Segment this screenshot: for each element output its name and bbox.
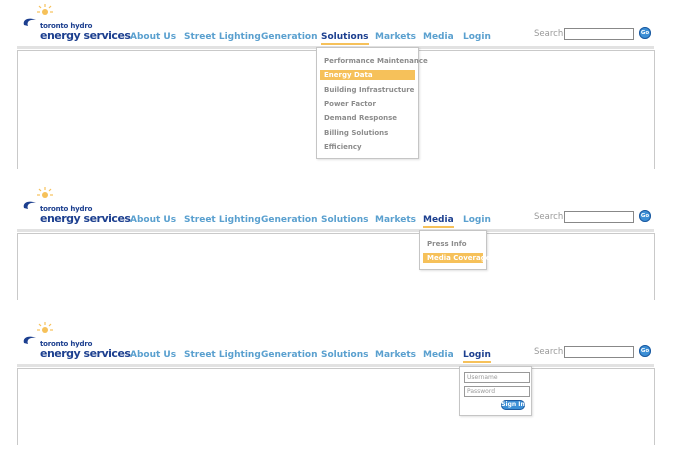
search-label: Search [534, 29, 564, 39]
search-input[interactable] [564, 211, 634, 223]
search-input[interactable] [564, 28, 634, 40]
panel-solutions: toronto hydro energy services About Us S… [0, 0, 674, 170]
nav-markets[interactable]: Markets [375, 32, 416, 42]
go-button[interactable]: Go [639, 210, 651, 222]
nav-about-us[interactable]: About Us [130, 32, 176, 42]
logo-big-text: energy services [40, 347, 131, 360]
search-label: Search [534, 212, 564, 222]
sign-in-button[interactable]: Sign In [501, 400, 525, 410]
header-divider [17, 364, 654, 367]
dropdown-item[interactable]: Performance Maintenance [320, 56, 432, 66]
nav-street-lighting[interactable]: Street Lighting [184, 215, 261, 225]
password-field[interactable]: Password [464, 386, 530, 397]
dropdown-item[interactable]: Demand Response [320, 113, 401, 123]
panel-media: toronto hydro energy services About Us S… [0, 183, 674, 303]
nav-markets[interactable]: Markets [375, 215, 416, 225]
nav-about-us[interactable]: About Us [130, 215, 176, 225]
solutions-dropdown: Performance Maintenance Energy Data Buil… [316, 47, 428, 159]
username-field[interactable]: Username [464, 372, 530, 383]
dropdown-item-highlighted[interactable]: Energy Data [320, 70, 415, 80]
nav-generation[interactable]: Generation [261, 350, 318, 360]
dropdown-item[interactable]: Billing Solutions [320, 128, 392, 138]
dropdown-item-highlighted[interactable]: Media Coverage [423, 253, 490, 263]
go-button[interactable]: Go [639, 345, 651, 357]
nav-generation[interactable]: Generation [261, 32, 318, 42]
content-frame [17, 368, 655, 445]
nav-street-lighting[interactable]: Street Lighting [184, 350, 261, 360]
logo-big-text: energy services [40, 29, 131, 42]
login-dropdown: Username Password Sign In [459, 366, 532, 416]
nav-solutions[interactable]: Solutions [321, 350, 369, 360]
header-divider [17, 229, 654, 232]
dropdown-item[interactable]: Press Info [423, 239, 471, 249]
media-dropdown: Press Info Media Coverage [419, 230, 490, 270]
dropdown-item[interactable]: Building Infrastructure [320, 85, 418, 95]
nav-login[interactable]: Login [463, 350, 491, 363]
nav-solutions[interactable]: Solutions [321, 32, 369, 45]
go-button[interactable]: Go [639, 27, 651, 39]
logo-big-text: energy services [40, 212, 131, 225]
nav-login[interactable]: Login [463, 32, 491, 42]
nav-media[interactable]: Media [423, 32, 454, 42]
nav-about-us[interactable]: About Us [130, 350, 176, 360]
dropdown-item[interactable]: Power Factor [320, 99, 380, 109]
content-frame [17, 233, 655, 300]
panel-login: toronto hydro energy services About Us S… [0, 318, 674, 446]
nav-solutions[interactable]: Solutions [321, 215, 369, 225]
nav-street-lighting[interactable]: Street Lighting [184, 32, 261, 42]
nav-media[interactable]: Media [423, 215, 454, 228]
swoosh-icon [23, 18, 36, 26]
nav-markets[interactable]: Markets [375, 350, 416, 360]
nav-login[interactable]: Login [463, 215, 491, 225]
search-label: Search [534, 347, 564, 357]
search-input[interactable] [564, 346, 634, 358]
nav-generation[interactable]: Generation [261, 215, 318, 225]
swoosh-icon [23, 336, 36, 344]
dropdown-item[interactable]: Efficiency [320, 142, 366, 152]
swoosh-icon [23, 201, 36, 209]
nav-media[interactable]: Media [423, 350, 454, 360]
